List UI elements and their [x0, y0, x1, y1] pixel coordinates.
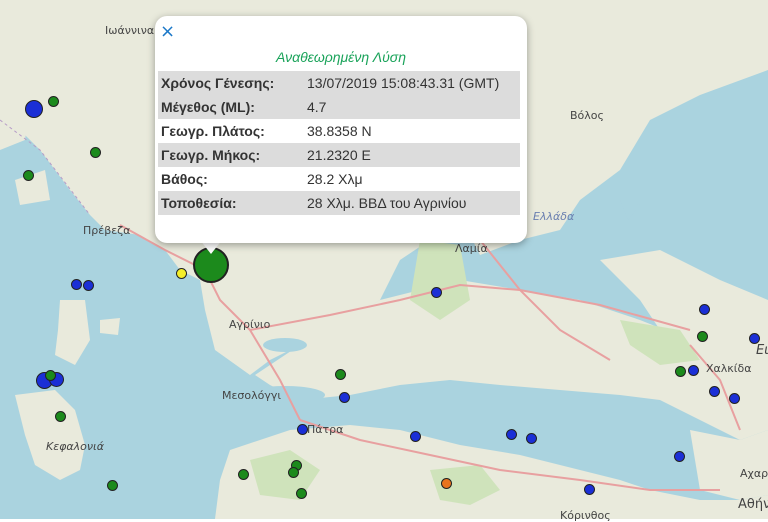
quake-marker[interactable]: [71, 279, 82, 290]
detail-row-magnitude: Μέγεθος (ML): 4.7: [158, 95, 520, 119]
place-label-lamia: Λαμία: [455, 242, 488, 255]
place-label-athens: Αθήν: [738, 497, 768, 512]
detail-row-location: Τοποθεσία: 28 Χλμ. ΒΒΔ του Αγρινίου: [158, 191, 520, 215]
quake-info-popup: × Αναθεωρημένη Λύση Χρόνος Γένεσης: 13/0…: [155, 16, 527, 243]
quake-marker[interactable]: [729, 393, 740, 404]
quake-marker[interactable]: [674, 451, 685, 462]
detail-value: 4.7: [304, 95, 520, 119]
quake-marker[interactable]: [90, 147, 101, 158]
place-label-volos: Βόλος: [570, 109, 604, 122]
quake-marker[interactable]: [584, 484, 595, 495]
place-label-acharnes: Αχαρ: [740, 467, 768, 480]
quake-marker[interactable]: [441, 478, 452, 489]
detail-label: Μέγεθος (ML):: [158, 95, 304, 119]
detail-label: Χρόνος Γένεσης:: [158, 71, 304, 95]
quake-marker[interactable]: [699, 304, 710, 315]
detail-row-latitude: Γεωγρ. Πλάτος: 38.8358 N: [158, 119, 520, 143]
quake-marker[interactable]: [410, 431, 421, 442]
detail-value: 38.8358 N: [307, 123, 372, 139]
quake-marker[interactable]: [23, 170, 34, 181]
place-label-agrinio: Αγρίνιο: [229, 318, 271, 331]
quake-marker[interactable]: [83, 280, 94, 291]
detail-value: 28.2 Χλμ: [307, 171, 363, 187]
detail-label: Τοποθεσία:: [158, 191, 304, 215]
detail-label: Βάθος:: [161, 171, 208, 187]
place-label-mesolongi: Μεσολόγγι: [222, 389, 282, 402]
detail-value: 13/07/2019 15:08:43.31 (GMT): [304, 71, 520, 95]
place-label-korinthos: Κόρινθος: [560, 509, 611, 522]
detail-row-origin-time: Χρόνος Γένεσης: 13/07/2019 15:08:43.31 (…: [158, 71, 520, 95]
place-label-chalkida: Χαλκίδα: [706, 362, 752, 375]
quake-marker[interactable]: [506, 429, 517, 440]
quake-marker[interactable]: [675, 366, 686, 377]
quake-marker[interactable]: [55, 411, 66, 422]
quake-marker[interactable]: [339, 392, 350, 403]
place-label-patra: Πάτρα: [307, 423, 344, 436]
quake-marker[interactable]: [25, 100, 43, 118]
quake-marker[interactable]: [288, 467, 299, 478]
detail-row-depth: Βάθος: 28.2 Χλμ: [158, 167, 520, 191]
quake-marker[interactable]: [238, 469, 249, 480]
quake-marker[interactable]: [45, 370, 56, 381]
quake-marker[interactable]: [688, 365, 699, 376]
place-label-evia: Ευ: [756, 343, 768, 358]
quake-details-table: Χρόνος Γένεσης: 13/07/2019 15:08:43.31 (…: [158, 71, 520, 215]
place-label-preveza: Πρέβεζα: [83, 224, 131, 237]
detail-value: 21.2320 E: [304, 143, 520, 167]
quake-marker[interactable]: [296, 488, 307, 499]
popup-title: Αναθεωρημένη Λύση: [276, 49, 406, 65]
place-label-ioannina: Ιωάννινα: [105, 24, 155, 37]
place-label-kefalonia: Κεφαλονιά: [46, 440, 105, 453]
quake-marker[interactable]: [526, 433, 537, 444]
detail-value: 28 Χλμ. ΒΒΔ του Αγρινίου: [304, 191, 520, 215]
detail-label: Γεωγρ. Πλάτος:: [161, 123, 265, 139]
quake-marker[interactable]: [48, 96, 59, 107]
quake-marker[interactable]: [749, 333, 760, 344]
quake-marker[interactable]: [431, 287, 442, 298]
place-label-ellada: Ελλάδα: [533, 210, 575, 223]
detail-row-longitude: Γεωγρ. Μήκος: 21.2320 E: [158, 143, 520, 167]
close-icon[interactable]: ×: [160, 22, 175, 42]
quake-marker[interactable]: [709, 386, 720, 397]
quake-marker[interactable]: [107, 480, 118, 491]
quake-marker[interactable]: [335, 369, 346, 380]
quake-marker[interactable]: [176, 268, 187, 279]
detail-label: Γεωγρ. Μήκος:: [158, 143, 304, 167]
quake-marker[interactable]: [697, 331, 708, 342]
quake-marker[interactable]: [297, 424, 308, 435]
